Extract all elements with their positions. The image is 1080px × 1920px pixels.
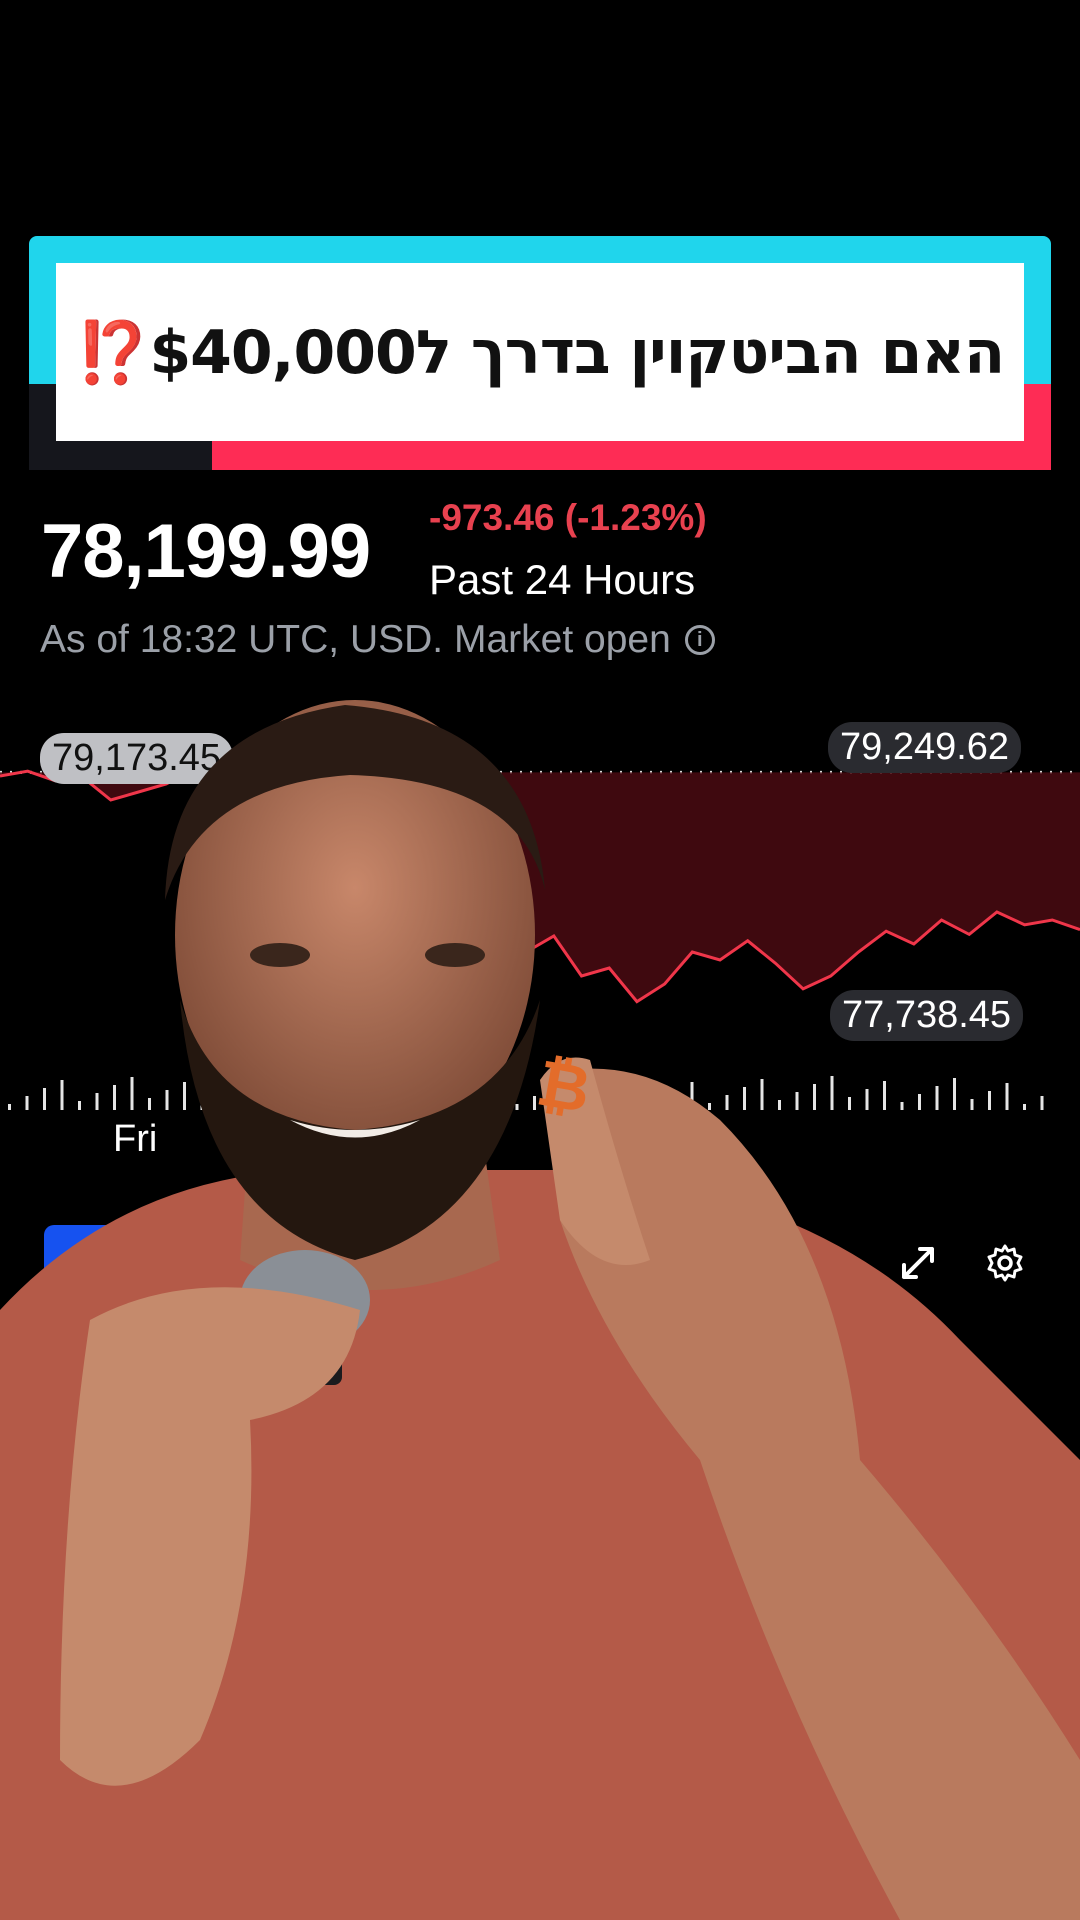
as-of-line: As of 18:32 UTC, USD. Market open i <box>40 618 715 662</box>
volume-bar <box>130 1077 134 1110</box>
volume-bar <box>953 1078 956 1110</box>
volume-bar <box>95 1093 99 1110</box>
volume-bar <box>183 1082 186 1110</box>
volume-bar <box>323 1076 326 1110</box>
banner-title-text: האם הביטקוין בדרך ל$40,000 <box>149 317 1005 388</box>
volume-bar <box>43 1088 46 1110</box>
volume-bar <box>340 1097 344 1110</box>
volume-bar <box>760 1079 764 1110</box>
volume-bar <box>638 1077 641 1110</box>
banner-card: האם הביטקוין בדרך ל$40,000⁉️ <box>56 263 1024 441</box>
volume-bar <box>8 1104 11 1110</box>
volume-bar <box>1040 1096 1044 1110</box>
volume-bar <box>690 1082 694 1110</box>
range-5d-button[interactable]: 5D <box>203 1240 252 1283</box>
x-axis-day-label: Fri <box>113 1118 158 1160</box>
volume-bar <box>60 1080 64 1110</box>
volume-bar <box>288 1092 291 1110</box>
volume-bar <box>515 1104 519 1110</box>
volume-bar <box>78 1101 81 1110</box>
volume-bar <box>603 1093 606 1110</box>
volume-bar <box>568 1080 571 1110</box>
chart-start-label: 79,173.45 <box>40 733 234 784</box>
volume-bar <box>743 1087 746 1110</box>
price-change: -973.46 (-1.23%) <box>429 497 707 538</box>
volume-bar <box>463 1099 466 1110</box>
volume-bar <box>445 1078 449 1110</box>
volume-bar <box>830 1076 834 1110</box>
chart-high-label: 79,249.62 <box>828 722 1022 773</box>
volume-bar <box>813 1084 816 1110</box>
volume-bar <box>270 1100 274 1110</box>
chart-low-label: 77,738.45 <box>830 990 1024 1041</box>
volume-bar <box>410 1094 414 1110</box>
volume-bar <box>848 1097 851 1110</box>
volume-bar <box>1005 1083 1009 1110</box>
volume-bar <box>725 1095 729 1110</box>
volume-bar <box>1023 1104 1026 1110</box>
range-24h-button[interactable]: 24H <box>44 1225 170 1303</box>
volume-bar <box>480 1091 484 1110</box>
volume-bar <box>200 1103 204 1110</box>
volume-bar <box>970 1099 974 1110</box>
volume-bar <box>778 1100 781 1110</box>
price-area-fill <box>0 769 1080 1002</box>
title-banner: האם הביטקוין בדרך ל$40,000⁉️ <box>29 236 1051 470</box>
banner-title: האם הביטקוין בדרך ל$40,000⁉️ <box>75 317 1006 388</box>
volume-bar <box>988 1091 991 1110</box>
volume-bar <box>428 1086 431 1110</box>
info-icon[interactable]: i <box>684 625 715 655</box>
volume-bar <box>900 1102 904 1110</box>
volume-bar <box>655 1098 659 1110</box>
volume-bar <box>253 1079 256 1110</box>
volume-bar <box>235 1087 239 1110</box>
gear-icon[interactable] <box>985 1243 1025 1283</box>
volume-bar <box>918 1094 921 1110</box>
volume-bar <box>498 1083 501 1110</box>
volume-bar <box>883 1081 886 1110</box>
volume-bar <box>218 1095 221 1110</box>
volume-bar <box>533 1096 536 1110</box>
volume-bar <box>25 1096 29 1110</box>
volume-bar <box>585 1101 589 1110</box>
volume-bar <box>113 1085 116 1110</box>
change-period: Past 24 Hours <box>429 556 696 603</box>
volume-bar <box>795 1092 799 1110</box>
interrobang-icon: ⁉️ <box>75 317 151 388</box>
volume-bar <box>305 1084 309 1110</box>
volume-bar <box>620 1085 624 1110</box>
expand-icon[interactable] <box>900 1245 936 1281</box>
volume-bar <box>165 1090 169 1110</box>
volume-bar <box>393 1102 396 1110</box>
as-of-text: As of 18:32 UTC, USD. Market open <box>40 618 671 661</box>
current-price: 78,199.99 <box>41 509 371 594</box>
volume-bar <box>935 1086 939 1110</box>
volume-bar <box>148 1098 151 1110</box>
volume-bar <box>358 1089 361 1110</box>
volume-bar <box>708 1103 711 1110</box>
volume-bar <box>375 1081 379 1110</box>
volume-bar <box>865 1089 869 1110</box>
volume-bar <box>673 1090 676 1110</box>
volume-bar <box>550 1088 554 1110</box>
